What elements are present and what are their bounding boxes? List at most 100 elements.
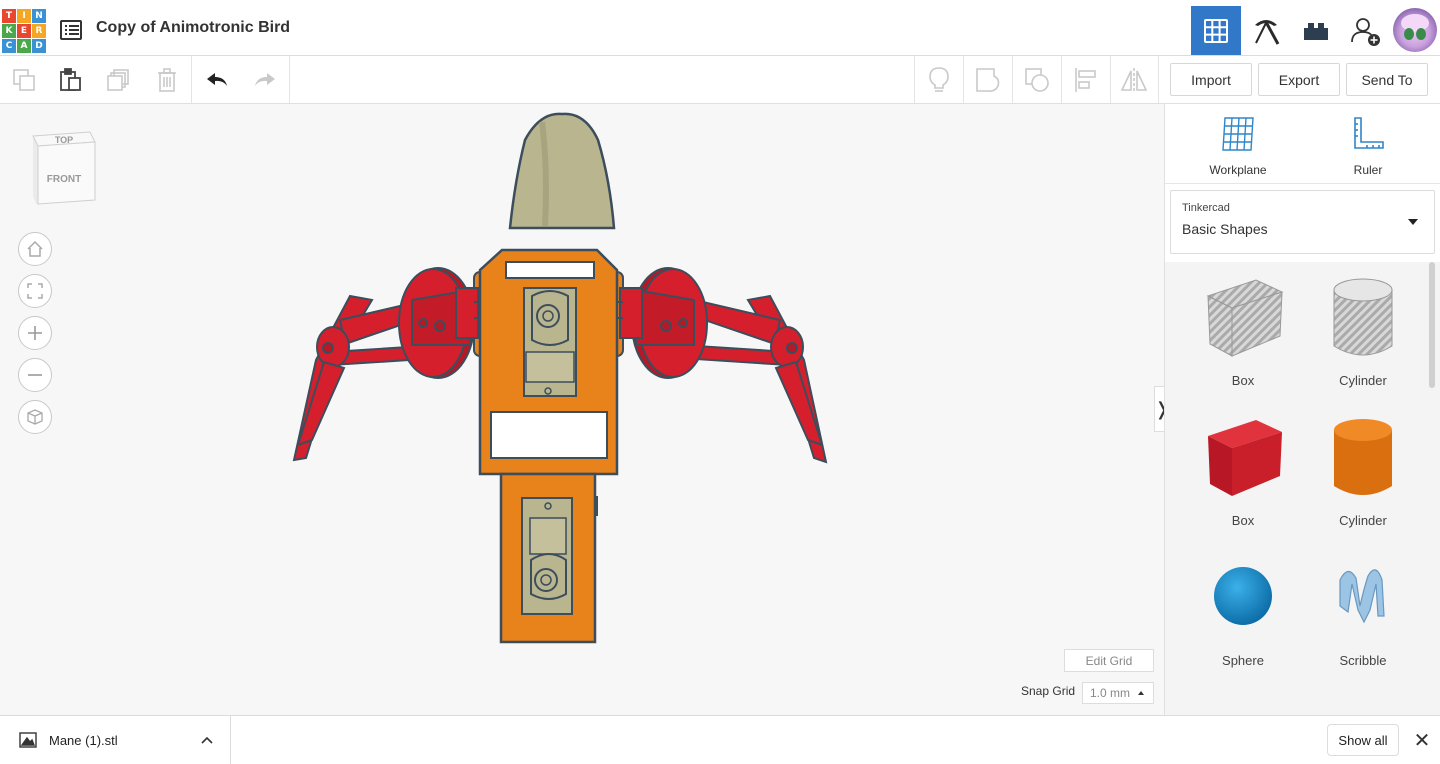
3d-view-grid-button[interactable] — [1191, 6, 1241, 55]
logo-letter: C — [2, 39, 16, 53]
mirror-icon — [1120, 67, 1148, 92]
ungroup-button[interactable] — [1013, 56, 1061, 103]
view-cube-top-label[interactable]: TOP — [55, 135, 73, 145]
chevron-up-icon[interactable] — [201, 736, 213, 744]
shape-cylinder-hole[interactable]: Cylinder — [1303, 262, 1423, 400]
logo-letter: N — [32, 9, 46, 23]
show-all-button[interactable]: Show all — [1327, 724, 1399, 756]
bricks-button[interactable] — [1291, 6, 1341, 55]
copy-button[interactable] — [0, 56, 48, 103]
redo-button[interactable] — [241, 56, 289, 103]
add-user-button[interactable] — [1341, 6, 1391, 55]
circuits-button[interactable] — [1241, 6, 1291, 55]
zoom-in-icon — [28, 326, 42, 340]
snap-grid-select[interactable]: 1.0 mm — [1082, 682, 1154, 704]
edit-grid-button[interactable]: Edit Grid — [1064, 649, 1154, 672]
bricks-icon — [1304, 22, 1328, 40]
logo-letter: D — [32, 39, 46, 53]
export-button[interactable]: Export — [1258, 63, 1340, 96]
zoom-in-button[interactable] — [18, 316, 52, 350]
delete-button[interactable] — [143, 56, 191, 103]
design-title[interactable]: Copy of Animotronic Bird — [96, 19, 290, 37]
group-icon — [976, 67, 1000, 92]
send-to-button[interactable]: Send To — [1346, 63, 1428, 96]
ruler-icon — [1354, 117, 1384, 149]
tinkercad-logo[interactable]: TIN KER CAD — [2, 9, 46, 53]
logo-letter: K — [2, 24, 16, 38]
user-avatar[interactable] — [1393, 8, 1437, 52]
shape-sphere[interactable]: Sphere — [1183, 540, 1303, 680]
shapes-panel: Workplane Ruler Tinkercad Basic Shapes B… — [1164, 104, 1440, 715]
shapes-grid: Box Cylinder Box Cylinder Sphere Scribbl… — [1165, 262, 1440, 715]
shape-label: Cylinder — [1339, 513, 1387, 528]
shape-label: Box — [1231, 373, 1255, 388]
avatar-eye-right — [1416, 28, 1426, 40]
shape-scribble[interactable]: Scribble — [1303, 540, 1423, 680]
file-image-icon — [19, 732, 37, 748]
zoom-out-icon — [28, 374, 42, 376]
scribble-icon — [1339, 569, 1385, 624]
edit-toolbar: Import Export Send To — [0, 56, 1440, 104]
logo-letter: R — [32, 24, 46, 38]
shape-cylinder[interactable]: Cylinder — [1303, 400, 1423, 540]
ruler-button[interactable]: Ruler — [1323, 116, 1413, 177]
ruler-label: Ruler — [1353, 163, 1383, 177]
library-name: Basic Shapes — [1182, 221, 1268, 237]
animatronic-bird-model[interactable] — [280, 104, 840, 664]
close-icon[interactable]: ✕ — [1413, 728, 1431, 752]
cylinder-icon — [1334, 419, 1392, 495]
group-button[interactable] — [964, 56, 1012, 103]
shape-label: Box — [1231, 513, 1255, 528]
add-user-icon — [1351, 17, 1380, 46]
fit-view-button[interactable] — [18, 274, 52, 308]
design-list-icon[interactable] — [60, 20, 82, 40]
light-bulb-icon — [929, 66, 949, 92]
shape-box-hole[interactable]: Box — [1183, 262, 1303, 400]
workplane-icon — [1222, 117, 1254, 151]
shape-label: Sphere — [1222, 653, 1264, 668]
download-file-name: Mane (1).stl — [49, 733, 118, 748]
notes-button[interactable] — [915, 56, 963, 103]
download-bar: Mane (1).stl Show all ✕ — [0, 715, 1440, 764]
shape-library-select[interactable]: Tinkercad Basic Shapes — [1170, 190, 1435, 254]
3d-workspace[interactable]: TOP FRONT ❭ Edit Grid Snap Grid 1.0 mm — [0, 104, 1170, 715]
perspective-button[interactable] — [18, 400, 52, 434]
toolbar-divider — [191, 56, 192, 103]
logo-letter: A — [17, 39, 31, 53]
workplane-label: Workplane — [1209, 163, 1267, 177]
duplicate-button[interactable] — [94, 56, 142, 103]
shape-box[interactable]: Box — [1183, 400, 1303, 540]
box-icon — [1208, 420, 1282, 496]
toolbar-divider — [289, 56, 290, 103]
zoom-out-button[interactable] — [18, 358, 52, 392]
mirror-button[interactable] — [1110, 56, 1158, 103]
ungroup-icon — [1025, 67, 1049, 92]
avatar-eye-left — [1404, 28, 1414, 40]
undo-button[interactable] — [193, 56, 241, 103]
pickaxe-icon — [1255, 19, 1280, 45]
box-hole-icon — [1206, 279, 1284, 357]
library-category: Tinkercad — [1182, 202, 1230, 214]
align-button[interactable] — [1062, 56, 1110, 103]
3d-view-grid-icon — [1204, 18, 1228, 43]
import-button[interactable]: Import — [1170, 63, 1252, 96]
sphere-icon — [1214, 567, 1272, 625]
workplane-button[interactable]: Workplane — [1193, 116, 1283, 177]
view-cube-front-label[interactable]: FRONT — [47, 174, 81, 185]
panel-tools: Workplane Ruler — [1165, 104, 1440, 184]
home-view-button[interactable] — [18, 232, 52, 266]
logo-letter: T — [2, 9, 16, 23]
logo-letter: E — [17, 24, 31, 38]
copy-icon — [13, 68, 35, 91]
paste-icon — [60, 67, 81, 91]
panel-scrollbar[interactable] — [1429, 262, 1435, 388]
download-item[interactable]: Mane (1).stl — [0, 716, 231, 764]
perspective-icon — [27, 409, 43, 425]
snap-grid-label: Snap Grid — [1021, 684, 1076, 698]
paste-button[interactable] — [46, 56, 94, 103]
shape-label: Cylinder — [1339, 373, 1387, 388]
view-cube[interactable]: TOP FRONT — [30, 130, 96, 208]
shape-label: Scribble — [1339, 653, 1387, 668]
cylinder-hole-icon — [1333, 278, 1393, 356]
duplicate-icon — [107, 68, 129, 91]
